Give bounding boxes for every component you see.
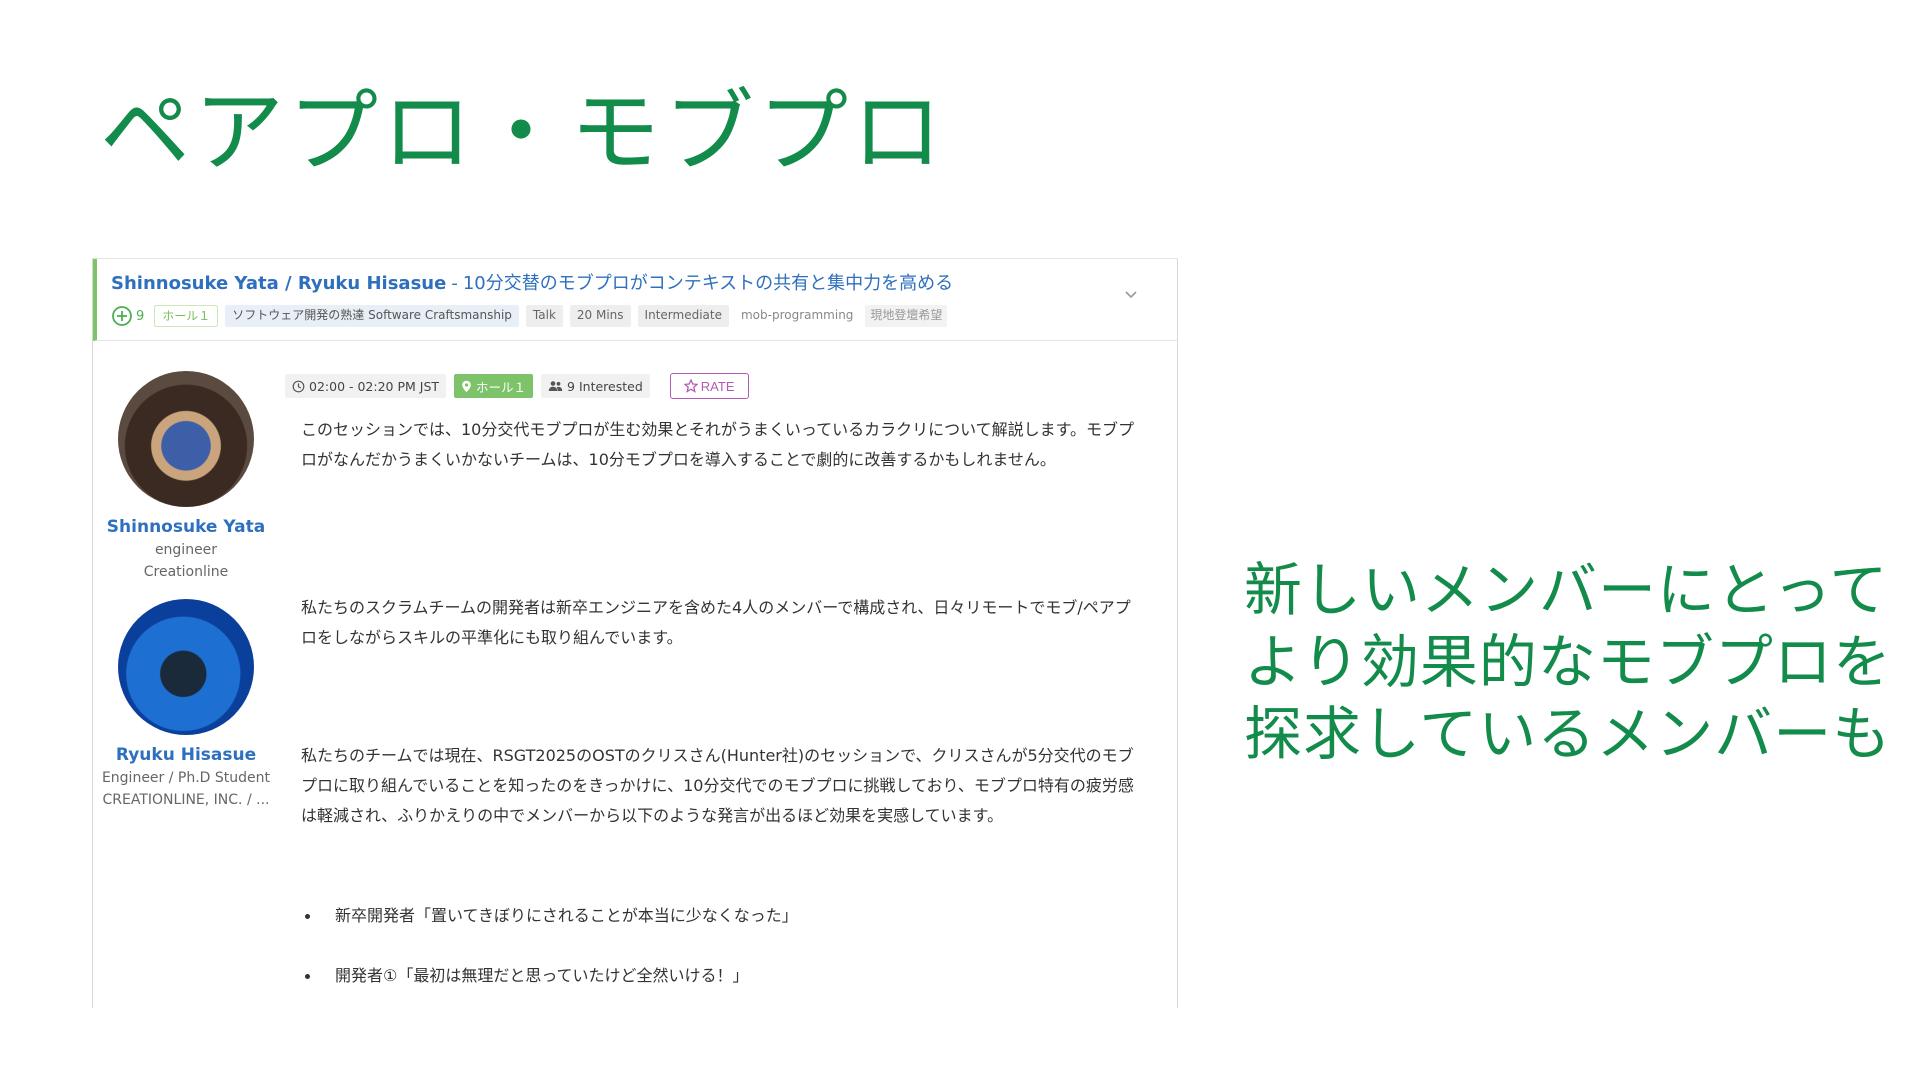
session-details: 02:00 - 02:20 PM JST ホール１ 9 Interested R… xyxy=(285,371,1145,1008)
session-room: ホール１ xyxy=(476,379,527,395)
slide: ペアプロ・モブプロ Shinnosuke Yata / Ryuku Hisasu… xyxy=(0,0,1920,1080)
title-separator: - xyxy=(451,273,458,294)
avatar[interactable] xyxy=(118,599,254,735)
list-item: 新卒開発者「置いてきぼりにされることが本当に少なくなった」 xyxy=(301,901,1145,931)
interested-count: 9 Interested xyxy=(567,378,643,394)
rate-button[interactable]: RATE xyxy=(669,373,749,399)
session-meta-row: 02:00 - 02:20 PM JST ホール１ 9 Interested R… xyxy=(285,371,1145,401)
people-icon xyxy=(548,381,563,391)
side-message-line: より効果的なモブプロを xyxy=(1244,628,1892,696)
session-description: このセッションでは、10分交代モブプロが生む効果とそれがうまくいっているカラクリ… xyxy=(301,415,1145,991)
star-icon xyxy=(683,379,698,393)
tag-onsite: 現地登壇希望 xyxy=(865,305,948,327)
side-message-line: 探求しているメンバーも xyxy=(1244,700,1892,768)
tag-length: 20 Mins xyxy=(569,305,631,327)
speaker-card[interactable]: Shinnosuke Yata engineer Creationline xyxy=(101,371,271,583)
chevron-down-icon[interactable] xyxy=(1121,285,1141,305)
rate-label: RATE xyxy=(700,378,735,394)
description-paragraph: このセッションでは、10分交代モブプロが生む効果とそれがうまくいっているカラクリ… xyxy=(301,420,1135,469)
quote-list: 新卒開発者「置いてきぼりにされることが本当に少なくなった」 開発者①「最初は無理… xyxy=(301,901,1145,991)
speaker-name[interactable]: Ryuku Hisasue xyxy=(101,743,271,767)
clock-icon xyxy=(292,380,305,392)
tag-topic: mob-programming xyxy=(735,305,859,327)
side-message-line: 新しいメンバーにとって xyxy=(1244,556,1889,624)
description-paragraph: 私たちのスクラムチームの開発者は新卒エンジニアを含めた4人のメンバーで構成され、… xyxy=(301,598,1131,647)
speaker-company: Creationline xyxy=(143,564,229,580)
session-title-line: Shinnosuke Yata / Ryuku Hisasue -10分交替のモブ… xyxy=(111,271,1177,297)
room-chip: ホール１ xyxy=(454,374,534,398)
list-item: 開発者①「最初は無理だと思っていたけど全然いける！」 xyxy=(301,961,1145,991)
tag-format: Talk xyxy=(525,305,563,327)
session-card: Shinnosuke Yata / Ryuku Hisasue -10分交替のモブ… xyxy=(92,258,1178,1008)
location-pin-icon xyxy=(462,380,471,392)
speaker-role: Engineer / Ph.D Student xyxy=(101,770,271,786)
tag-room: ホール１ xyxy=(154,305,219,327)
session-header[interactable]: Shinnosuke Yata / Ryuku Hisasue -10分交替のモブ… xyxy=(93,259,1177,341)
avatar[interactable] xyxy=(118,371,254,507)
favorite-button[interactable]: 9 xyxy=(111,305,144,327)
session-tag-row: 9 ホール１ ソフトウェア開発の熟達 Software Craftsmanshi… xyxy=(111,305,1177,327)
session-time: 02:00 - 02:20 PM JST xyxy=(309,378,440,394)
speaker-name[interactable]: Shinnosuke Yata xyxy=(101,515,271,539)
side-message: 新しいメンバーにとって より効果的なモブプロを 探求しているメンバーも xyxy=(1244,554,1892,770)
tag-level: Intermediate xyxy=(637,305,729,327)
slide-title: ペアプロ・モブプロ xyxy=(100,80,946,185)
description-paragraph: 私たちのチームでは現在、RSGT2025のOSTのクリスさん(Hunter社)の… xyxy=(301,746,1134,825)
speaker-card[interactable]: Ryuku Hisasue Engineer / Ph.D Student CR… xyxy=(101,599,271,811)
session-speakers-link[interactable]: Shinnosuke Yata / Ryuku Hisasue xyxy=(111,273,446,294)
session-title[interactable]: 10分交替のモブプロがコンテキストの共有と集中力を高める xyxy=(463,273,953,294)
favorite-count: 9 xyxy=(136,308,145,324)
speaker-company: CREATIONLINE, INC. / ... xyxy=(102,792,270,808)
time-chip: 02:00 - 02:20 PM JST xyxy=(285,374,447,398)
speaker-role: engineer xyxy=(154,542,218,558)
speakers-column: Shinnosuke Yata engineer Creationline Ry… xyxy=(101,371,271,827)
interest-chip: 9 Interested xyxy=(541,374,650,398)
plus-circle-icon xyxy=(112,306,132,326)
tag-track: ソフトウェア開発の熟達 Software Craftsmanship xyxy=(225,305,519,327)
